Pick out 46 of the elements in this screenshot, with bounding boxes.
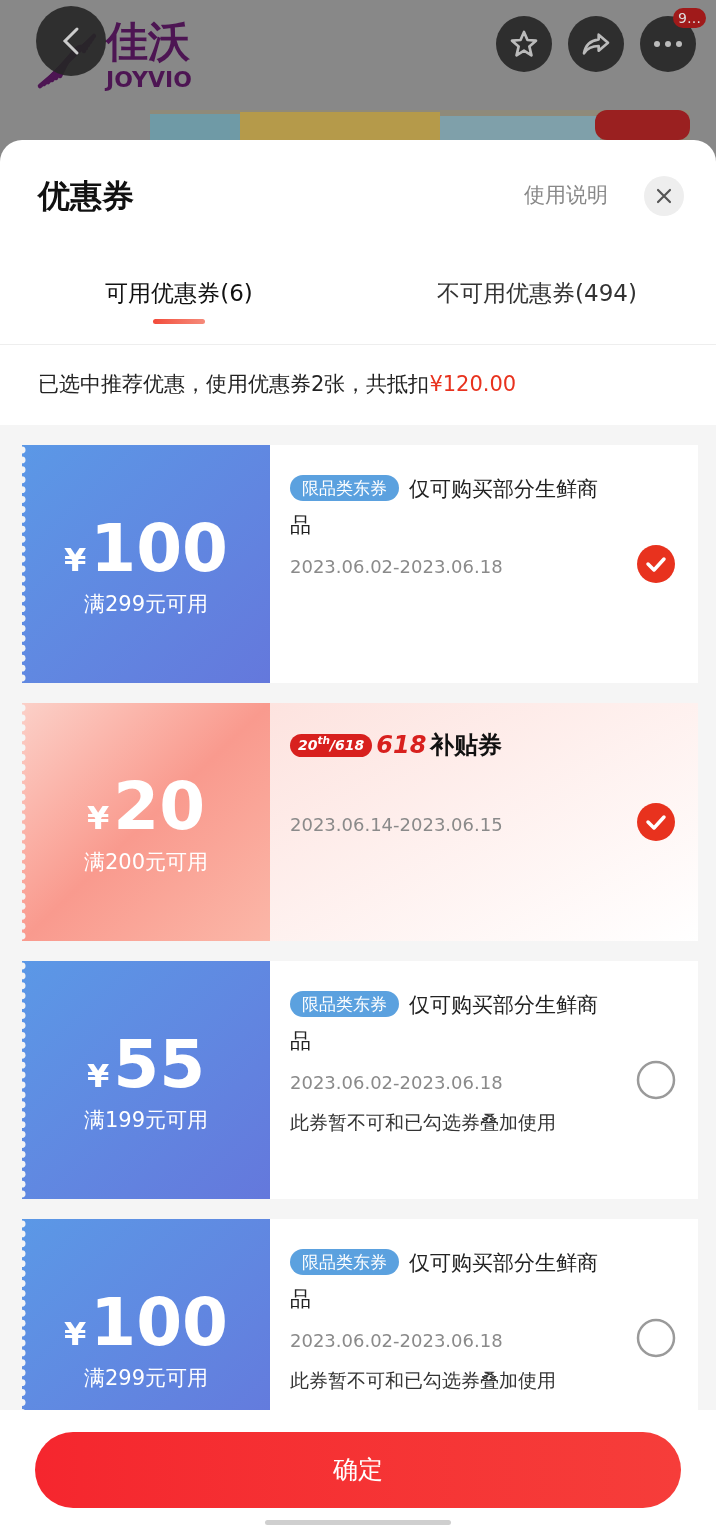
currency-symbol: ¥: [63, 1314, 87, 1356]
logo-subtext: JOYVIO: [106, 69, 192, 91]
more-icon: [653, 40, 683, 48]
coupon-title: 补贴券: [430, 730, 503, 761]
coupon-date: 2023.06.02-2023.06.18: [290, 1071, 504, 1095]
close-button[interactable]: [644, 176, 684, 216]
favorite-button[interactable]: [496, 16, 552, 72]
coupon-amount: 100: [90, 513, 228, 586]
coupon-note: 此券暂不可和已勾选券叠加使用: [290, 1110, 557, 1135]
selection-summary: 已选中推荐优惠，使用优惠券2张，共抵扣¥120.00: [38, 371, 517, 399]
category-tag: 限品类东券: [290, 475, 399, 501]
coupon-title: 限品类东券 仅可购买部分生鲜商品: [290, 474, 599, 539]
category-tag: 限品类东券: [290, 1249, 399, 1275]
unchecked-checkbox[interactable]: [636, 1060, 676, 1100]
coupon-amount: 20: [113, 771, 206, 844]
coupon-amount: 55: [113, 1029, 206, 1102]
coupon-condition: 满199元可用: [83, 1107, 209, 1135]
currency-symbol: ¥: [63, 540, 87, 582]
logo-text: 佳沃: [106, 21, 191, 63]
share-button[interactable]: [568, 16, 624, 72]
coupon-date: 2023.06.02-2023.06.18: [290, 1329, 504, 1353]
coupon-date: 2023.06.02-2023.06.18: [290, 555, 504, 579]
event-badge: 20$^{th}$/618: [290, 733, 373, 757]
currency-symbol: ¥: [86, 1056, 110, 1098]
help-link[interactable]: 使用说明: [524, 180, 608, 212]
event-number: 618: [376, 730, 427, 761]
coupon-date: 2023.06.14-2023.06.15: [290, 813, 504, 837]
notification-badge: 9…: [673, 8, 706, 28]
coupon-condition: 满299元可用: [83, 591, 209, 619]
currency-symbol: ¥: [86, 798, 110, 840]
coupon-amount: 100: [90, 1287, 228, 1360]
star-icon: [508, 28, 540, 60]
coupon-condition: 满200元可用: [83, 849, 209, 877]
close-icon: [656, 188, 672, 204]
sheet-title: 优惠券: [38, 176, 135, 217]
coupon-title: 限品类东券 仅可购买部分生鲜商品: [290, 990, 599, 1055]
category-tag: 限品类东券: [290, 991, 399, 1017]
unchecked-checkbox[interactable]: [636, 1318, 676, 1358]
checked-checkbox[interactable]: [636, 802, 676, 842]
tab[interactable]: 可用优惠券(6): [0, 250, 358, 344]
confirm-button[interactable]: 确定: [35, 1432, 681, 1508]
coupon-condition: 满299元可用: [83, 1365, 209, 1393]
coupon-note: 此券暂不可和已勾选券叠加使用: [290, 1368, 557, 1393]
tab[interactable]: 不可用优惠券(494): [358, 250, 716, 344]
coupon-title: 限品类东券 仅可购买部分生鲜商品: [290, 1248, 599, 1313]
checked-checkbox[interactable]: [636, 544, 676, 584]
